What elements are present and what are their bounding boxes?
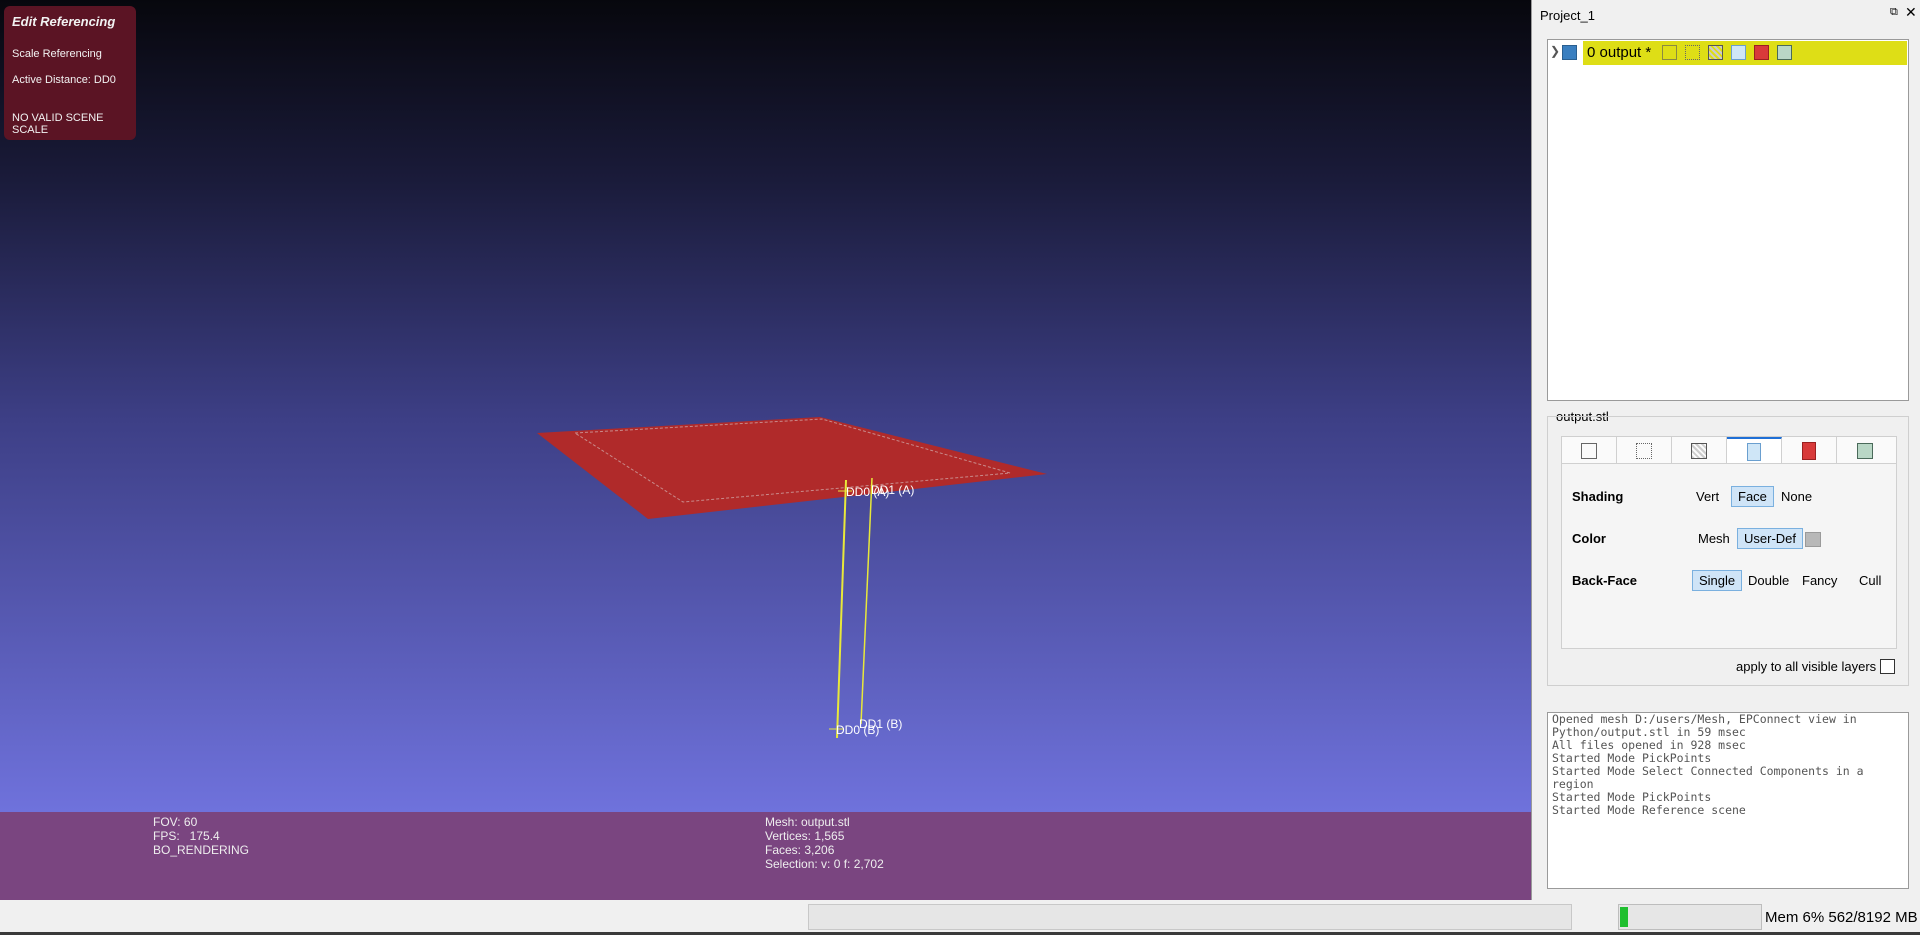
- project-title: Project_1: [1540, 8, 1595, 23]
- shading-vert-button[interactable]: Vert: [1690, 487, 1725, 506]
- apply-all-checkbox[interactable]: [1880, 659, 1895, 674]
- fov-text: FOV: 60: [153, 815, 198, 829]
- wire-icon[interactable]: [1708, 45, 1723, 60]
- eye-icon[interactable]: [1562, 45, 1577, 60]
- memory-text: Mem 6% 562/8192 MB: [1765, 909, 1918, 926]
- distance-line-dd1[interactable]: [860, 477, 873, 725]
- color-swatch[interactable]: [1805, 532, 1821, 547]
- faces-text: Faces: 3,206: [765, 843, 835, 857]
- fps-text: FPS: 175.4: [153, 829, 220, 843]
- points-tab-icon[interactable]: [1617, 437, 1672, 464]
- selection-text: Selection: v: 0 f: 2,702: [765, 857, 884, 871]
- edit-referencing-panel: Edit Referencing Scale Referencing Activ…: [4, 6, 136, 140]
- scene-canvas[interactable]: DD0 (A) DD1 (A) DD0 (B) DD1 (B): [0, 0, 1531, 812]
- log-line: Started Mode Reference scene: [1552, 803, 1746, 817]
- log-line: Opened mesh D:/users/Mesh, EPConnect vie…: [1552, 712, 1864, 739]
- label-dd1-a: DD1 (A): [871, 483, 914, 497]
- bbox-tab-icon[interactable]: [1562, 437, 1617, 464]
- float-window-icon[interactable]: ⧉: [1890, 6, 1898, 19]
- selection-tab-icon[interactable]: [1837, 437, 1892, 464]
- edit-panel-warning: NO VALID SCENE SCALE: [12, 112, 104, 136]
- edit-panel-title: Edit Referencing: [12, 14, 116, 29]
- backface-label: Back-Face: [1572, 573, 1638, 588]
- label-dd1-b: DD1 (B): [859, 717, 902, 731]
- vertices-text: Vertices: 1,565: [765, 829, 845, 843]
- backface-single-button[interactable]: Single: [1692, 570, 1743, 591]
- shading-face-button[interactable]: Face: [1731, 486, 1774, 507]
- points-icon[interactable]: [1685, 45, 1700, 60]
- distance-line-dd0[interactable]: [836, 479, 847, 739]
- layer-name[interactable]: 0 output *: [1587, 44, 1651, 61]
- shading-none-button[interactable]: None: [1775, 487, 1818, 506]
- mesh-plane[interactable]: [537, 417, 1047, 519]
- memory-bar: [1618, 904, 1762, 930]
- mesh-name-text: Mesh: output.stl: [765, 815, 850, 829]
- fill-tab-icon[interactable]: [1727, 437, 1782, 464]
- flat-icon[interactable]: [1731, 45, 1746, 60]
- selection-icon[interactable]: [1777, 45, 1792, 60]
- color-userdef-button[interactable]: User-Def: [1737, 528, 1804, 549]
- render-tabs: [1561, 436, 1897, 465]
- shading-label: Shading: [1572, 489, 1624, 504]
- wire-tab-icon[interactable]: [1672, 437, 1727, 464]
- log-line: Started Mode Select Connected Components…: [1552, 764, 1871, 791]
- texture-icon[interactable]: [1754, 45, 1769, 60]
- apply-all-label: apply to all visible layers: [1736, 659, 1877, 674]
- progress-bar: [808, 904, 1572, 930]
- texture-tab-icon[interactable]: [1782, 437, 1837, 464]
- chevron-right-icon[interactable]: ❯: [1550, 44, 1560, 58]
- layer-tree[interactable]: [1547, 39, 1909, 401]
- color-label: Color: [1572, 531, 1606, 546]
- render-mode-text: BO_RENDERING: [153, 843, 250, 857]
- memory-bar-fill: [1620, 907, 1628, 927]
- bbox-icon[interactable]: [1662, 45, 1677, 60]
- viewport-info-bar: FOV: 60 FPS: 175.4 BO_RENDERING Mesh: ou…: [0, 812, 1531, 900]
- log-panel[interactable]: Opened mesh D:/users/Mesh, EPConnect vie…: [1547, 712, 1909, 889]
- edit-panel-mode: Scale Referencing: [12, 48, 102, 60]
- color-mesh-button[interactable]: Mesh: [1692, 529, 1736, 548]
- backface-double-button[interactable]: Double: [1742, 571, 1795, 590]
- close-icon[interactable]: ✕: [1905, 4, 1917, 21]
- 3d-viewport[interactable]: DD0 (A) DD1 (A) DD0 (B) DD1 (B) Edit Ref…: [0, 0, 1532, 900]
- edit-panel-active-distance: Active Distance: DD0: [12, 74, 116, 86]
- backface-cull-button[interactable]: Cull: [1853, 571, 1887, 590]
- backface-fancy-button[interactable]: Fancy: [1796, 571, 1843, 590]
